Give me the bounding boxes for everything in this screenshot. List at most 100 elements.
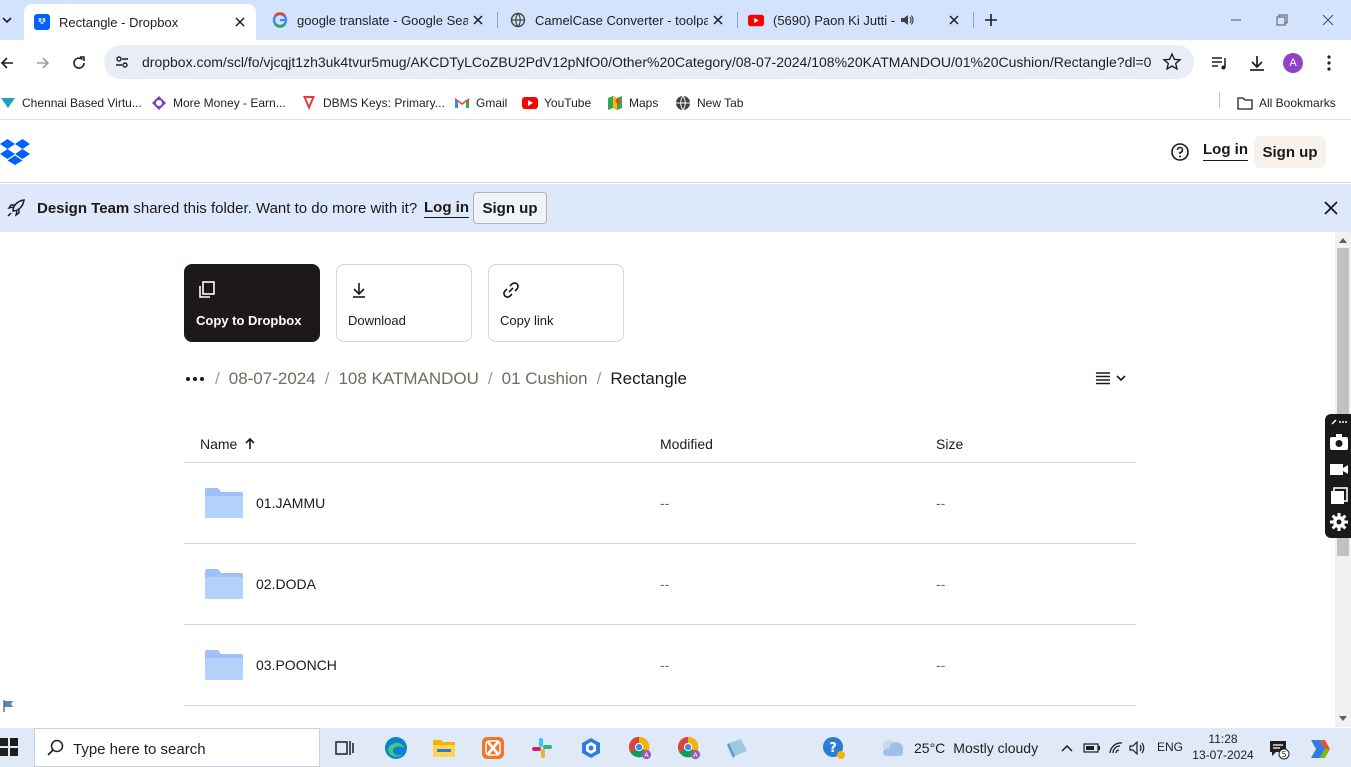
restore-icon[interactable] (1272, 10, 1292, 30)
close-tab-icon[interactable] (468, 10, 488, 30)
system-clock[interactable]: 11:28 13-07-2024 (1190, 731, 1256, 763)
copy-link-button[interactable]: Copy link (488, 264, 624, 342)
settings-gear-icon[interactable] (1329, 512, 1349, 532)
header-login-link[interactable]: Log in (1203, 141, 1248, 161)
view-options-button[interactable] (1095, 368, 1131, 388)
help-assistant-icon[interactable]: ? (822, 736, 846, 760)
all-bookmarks-button[interactable]: All Bookmarks (1237, 93, 1336, 113)
bookmark-more-money[interactable]: More Money - Earn... (151, 93, 286, 113)
bookmark-youtube[interactable]: YouTube (522, 93, 591, 113)
slack-icon[interactable] (530, 736, 554, 760)
app-launcher-icon[interactable] (579, 736, 603, 760)
bookmark-gmail[interactable]: Gmail (454, 93, 507, 113)
tab-title: Rectangle - Dropbox (59, 14, 179, 30)
row-size: -- (936, 657, 946, 673)
scroll-up-arrow-icon[interactable] (1338, 236, 1348, 244)
camera-icon[interactable] (1329, 432, 1349, 452)
search-placeholder: Type here to search (73, 741, 206, 758)
xampp-icon[interactable] (481, 736, 505, 760)
minimize-icon[interactable] (1226, 10, 1246, 30)
notepad-icon[interactable] (726, 736, 750, 760)
help-icon[interactable] (1170, 142, 1190, 162)
breadcrumb-item[interactable]: 108 KATMANDOU (338, 369, 478, 389)
windows-start-icon[interactable] (0, 738, 20, 758)
show-hidden-icons-chevron-icon[interactable] (1058, 739, 1076, 757)
banner-login-link[interactable]: Log in (424, 199, 469, 218)
youtube-icon (522, 95, 538, 111)
close-tab-icon[interactable] (708, 10, 728, 30)
bookmark-dbms[interactable]: DBMS Keys: Primary... (301, 93, 445, 113)
row-name[interactable]: 01.JAMMU (256, 495, 325, 511)
table-row[interactable]: 01.JAMMU -- -- (184, 463, 1136, 544)
downloads-icon[interactable] (1247, 53, 1267, 73)
tab-google-translate[interactable]: google translate - Google Searc (262, 5, 494, 35)
reload-icon[interactable] (68, 52, 90, 74)
chrome-profile-icon[interactable]: A (677, 736, 701, 760)
more-options-icon[interactable] (186, 377, 206, 381)
file-explorer-icon[interactable] (432, 736, 456, 760)
url-text[interactable]: dropbox.com/scl/fo/vjcqjt1zh3uk4tvur5mug… (142, 54, 1152, 70)
sort-by-name-button[interactable]: Name (200, 436, 255, 452)
banner-signup-button[interactable]: Sign up (473, 192, 547, 224)
forward-icon[interactable] (32, 52, 54, 74)
close-window-icon[interactable] (1318, 10, 1338, 30)
close-tab-icon[interactable] (230, 12, 250, 32)
bookmark-new-tab[interactable]: New Tab (675, 93, 743, 113)
table-row[interactable]: 02.DODA -- -- (184, 544, 1136, 625)
address-bar[interactable]: dropbox.com/scl/fo/vjcqjt1zh3uk4tvur5mug… (104, 45, 1194, 79)
action-label: Copy to Dropbox (196, 313, 302, 328)
close-banner-icon[interactable] (1321, 198, 1341, 218)
tab-search-chevron-icon[interactable] (0, 10, 14, 30)
audio-playing-icon[interactable] (897, 10, 917, 30)
column-header-size[interactable]: Size (936, 436, 963, 452)
row-name[interactable]: 02.DODA (256, 576, 316, 592)
copy-to-dropbox-button[interactable]: Copy to Dropbox (184, 264, 320, 342)
row-modified: -- (660, 495, 670, 511)
screenshot-region-icon[interactable] (1329, 486, 1349, 506)
tab-separator (497, 12, 498, 28)
notifications-icon[interactable]: 5 (1268, 738, 1290, 760)
close-tab-icon[interactable] (944, 10, 964, 30)
new-tab-icon[interactable] (981, 10, 1001, 30)
tab-youtube[interactable]: (5690) Paon Ki Jutti - Jyoti N (738, 5, 970, 35)
header-signup-button[interactable]: Sign up (1254, 136, 1326, 168)
bookmark-chennai[interactable]: Chennai Based Virtu... (0, 93, 142, 113)
copilot-icon[interactable] (1306, 737, 1330, 761)
dropbox-logo-icon[interactable] (0, 139, 30, 165)
edge-browser-icon[interactable] (384, 736, 408, 760)
bookmark-maps[interactable]: Maps (607, 93, 658, 113)
weather-temp: 25°C (914, 740, 946, 756)
screen-capture-extension-panel (1325, 414, 1351, 538)
language-indicator[interactable]: ENG (1157, 740, 1183, 754)
taskbar-search-box[interactable]: Type here to search (34, 728, 320, 767)
task-view-icon[interactable] (333, 736, 357, 760)
chrome-profile-icon[interactable]: A (628, 736, 652, 760)
video-record-icon[interactable] (1329, 459, 1349, 479)
tab-camelcase-converter[interactable]: CamelCase Converter - toolpag (500, 5, 734, 35)
folder-icon (205, 649, 243, 681)
breadcrumb-item[interactable]: 01 Cushion (502, 369, 588, 389)
media-controls-icon[interactable] (1210, 53, 1230, 73)
breadcrumb: / 08-07-2024 / 108 KATMANDOU / 01 Cushio… (186, 366, 687, 392)
chrome-menu-icon[interactable] (1319, 53, 1339, 73)
back-icon[interactable] (0, 52, 18, 74)
weather-widget[interactable]: 25°C Mostly cloudy (880, 737, 1038, 759)
tab-dropbox[interactable]: Rectangle - Dropbox (24, 4, 256, 40)
profile-avatar[interactable]: A (1283, 53, 1303, 73)
table-row[interactable]: 03.POONCH -- -- (184, 625, 1136, 706)
column-header-modified[interactable]: Modified (660, 436, 713, 452)
flag-icon[interactable] (2, 699, 16, 713)
column-header-name: Name (200, 436, 238, 452)
site-info-icon[interactable] (112, 52, 132, 72)
row-modified: -- (660, 657, 670, 673)
wifi-icon[interactable] (1107, 739, 1125, 757)
volume-icon[interactable] (1129, 739, 1147, 757)
tab-title: CamelCase Converter - toolpag (535, 12, 708, 28)
search-icon (47, 739, 65, 757)
row-name[interactable]: 03.POONCH (256, 657, 337, 673)
bookmark-star-icon[interactable] (1162, 52, 1182, 72)
battery-icon[interactable] (1083, 739, 1101, 757)
scroll-down-arrow-icon[interactable] (1338, 715, 1348, 723)
download-button[interactable]: Download (336, 264, 472, 342)
breadcrumb-item[interactable]: 08-07-2024 (229, 369, 316, 389)
